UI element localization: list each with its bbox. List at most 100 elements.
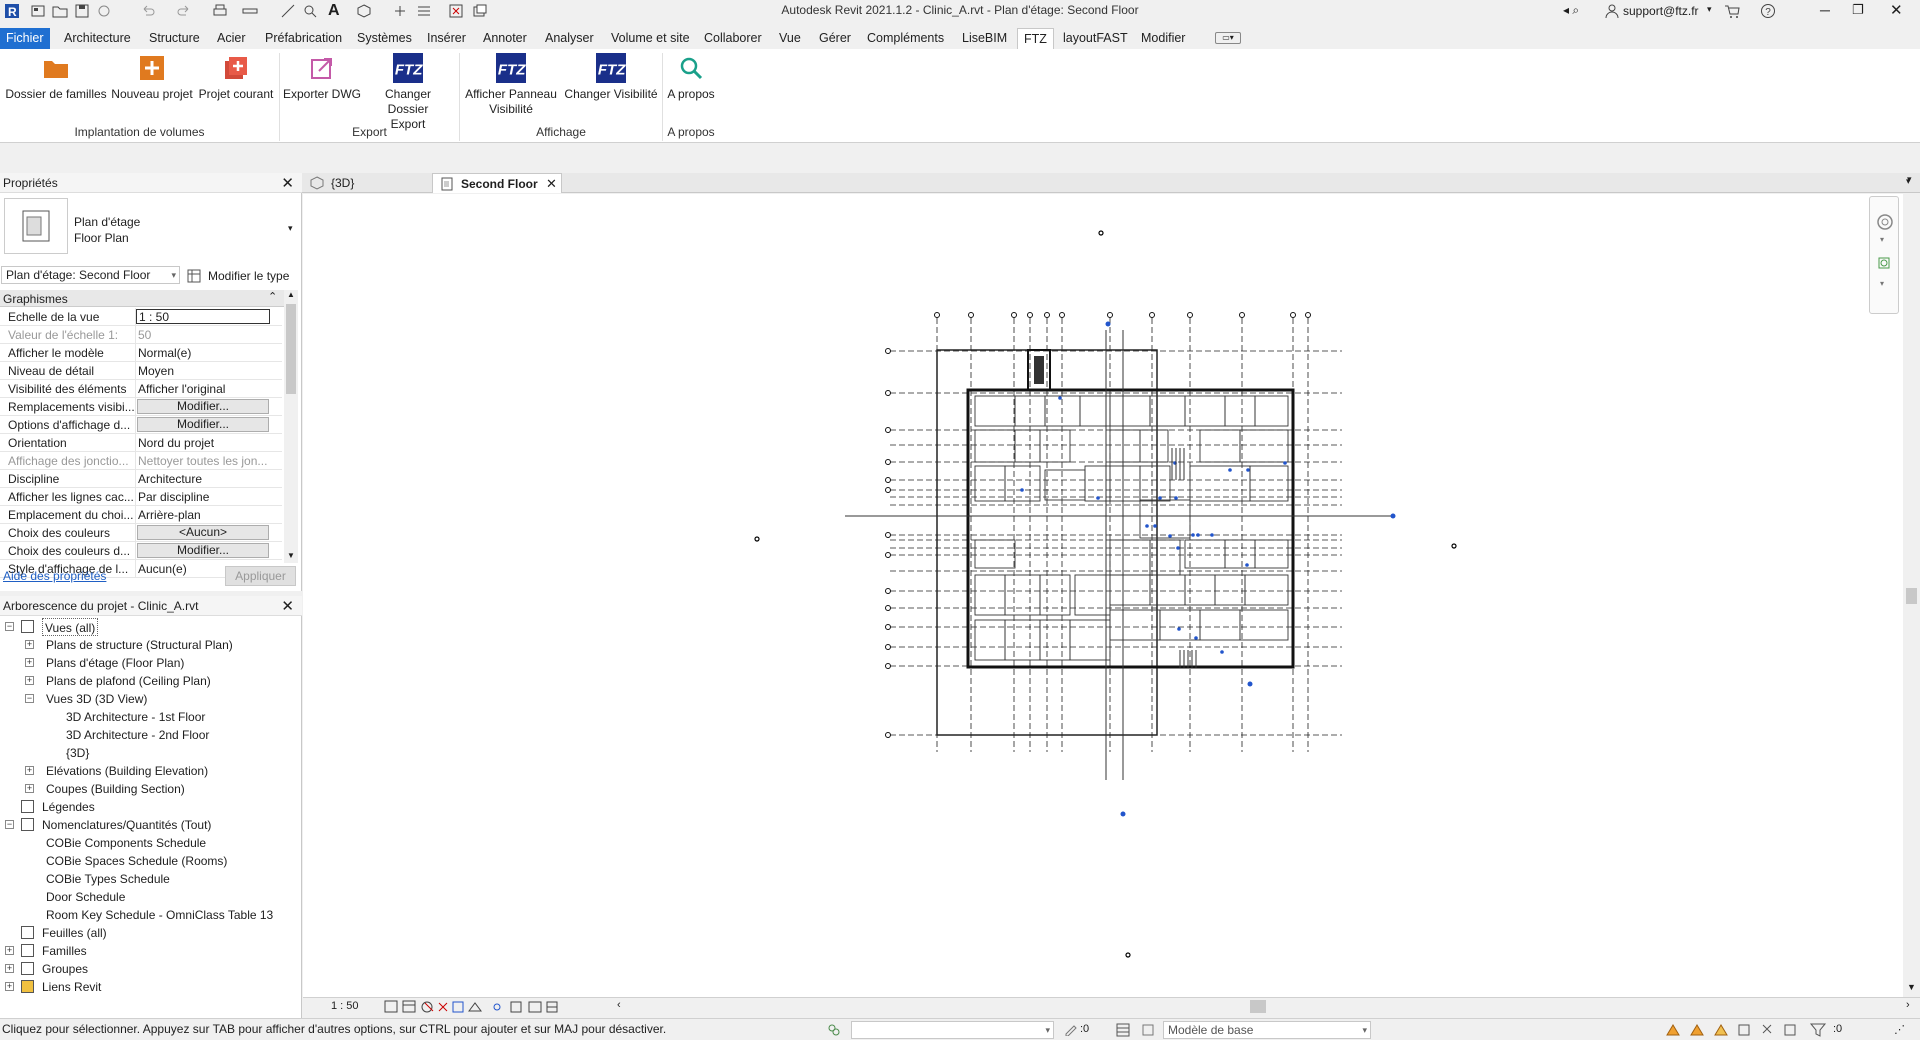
scale-selector[interactable]: 1 : 50 (331, 1000, 359, 1012)
tree-node[interactable]: Vues (all) (42, 618, 99, 636)
scroll-up-icon[interactable]: ▲ (287, 290, 295, 299)
expand-icon[interactable]: + (5, 964, 14, 973)
nouveau-projet-button[interactable]: Nouveau projet (108, 53, 196, 102)
property-row[interactable]: Afficher le modèle Normal(e) (0, 344, 282, 362)
tab-structure[interactable]: Structure (143, 28, 206, 49)
resize-grip-icon[interactable]: ⋰ (1894, 1023, 1905, 1036)
property-button[interactable]: Modifier... (137, 543, 269, 558)
instance-selector[interactable]: Plan d'étage: Second Floor ▾ (1, 266, 180, 284)
tree-node[interactable]: Room Key Schedule - OmniClass Table 13 (46, 906, 273, 924)
tab-fichier[interactable]: Fichier (0, 28, 50, 49)
projet-courant-button[interactable]: Projet courant (196, 53, 276, 102)
tree-node[interactable]: Vues 3D (3D View) (46, 690, 147, 708)
tab-acier[interactable]: Acier (211, 28, 251, 49)
close-icon[interactable]: ✕ (1890, 1, 1903, 19)
dossier-familles-button[interactable]: Dossier de familles (4, 53, 108, 102)
property-row[interactable]: Remplacements visibi... Modifier... (0, 398, 282, 416)
close-icon[interactable]: ✕ (281, 597, 294, 615)
view-tab-3d[interactable]: {3D} (303, 173, 433, 193)
design-option-selector[interactable]: Modèle de base ▾ (1163, 1021, 1371, 1039)
expand-icon[interactable]: + (5, 982, 14, 991)
exporter-dwg-button[interactable]: Exporter DWG (281, 53, 363, 102)
workset-selector[interactable]: ▾ (851, 1021, 1054, 1039)
tree-node[interactable]: COBie Components Schedule (46, 834, 206, 852)
section-graphismes[interactable]: Graphismes ⌃ (0, 290, 284, 307)
main-model-icon[interactable] (1140, 1022, 1156, 1038)
property-row[interactable]: Choix des couleurs d... Modifier... (0, 542, 282, 560)
chevron-left-icon[interactable]: ‹ (617, 999, 621, 1011)
property-row[interactable]: Visibilité des éléments Afficher l'origin… (0, 380, 282, 398)
afficher-panneau-visibilite-button[interactable]: FTZ Afficher Panneau Visibilité (461, 53, 561, 117)
floor-plan-drawing[interactable] (303, 194, 1903, 997)
tab-systemes[interactable]: Systèmes (351, 28, 418, 49)
expand-icon[interactable]: + (25, 676, 34, 685)
type-dropdown-icon[interactable]: ▾ (288, 223, 293, 234)
property-value[interactable]: Moyen (138, 364, 268, 378)
binoculars-icon[interactable]: ◂ ⌕ (1563, 3, 1579, 18)
changer-visibilite-button[interactable]: FTZ Changer Visibilité (561, 53, 661, 102)
edit-type-button[interactable]: Modifier le type (208, 269, 289, 283)
tree-node[interactable]: Plans de structure (Structural Plan) (46, 636, 233, 654)
view-scale-input[interactable]: 1 : 50 (136, 309, 270, 324)
property-value[interactable]: Architecture (138, 472, 268, 486)
collapse-icon[interactable]: − (25, 694, 34, 703)
expand-icon[interactable]: + (25, 640, 34, 649)
workset-icon[interactable] (826, 1022, 842, 1038)
collapse-icon[interactable]: − (5, 820, 14, 829)
steering-wheel-icon[interactable] (1876, 213, 1894, 231)
chevron-down-icon[interactable]: ▾ (1880, 235, 1884, 244)
canvas-scrollbar[interactable]: ▾ ▼ (1903, 174, 1920, 997)
property-value[interactable]: Normal(e) (138, 346, 268, 360)
scrollbar-thumb[interactable] (286, 304, 296, 394)
cart-icon[interactable] (1724, 3, 1740, 19)
tree-node[interactable]: {3D} (66, 744, 89, 762)
tree-node[interactable]: Groupes (42, 960, 88, 978)
tab-gerer[interactable]: Gérer (813, 28, 857, 49)
tab-layoutfast[interactable]: layoutFAST (1057, 28, 1134, 49)
property-value[interactable]: Nettoyer toutes les jon... (138, 454, 268, 468)
restore-icon[interactable]: ❐ (1852, 2, 1864, 18)
property-row[interactable]: Orientation Nord du projet (0, 434, 282, 452)
tab-analyser[interactable]: Analyser (539, 28, 600, 49)
tree-node[interactable]: 3D Architecture - 1st Floor (66, 708, 205, 726)
tree-node[interactable]: COBie Types Schedule (46, 870, 170, 888)
tree-node[interactable]: Plans d'étage (Floor Plan) (46, 654, 184, 672)
property-value[interactable]: Afficher l'original (138, 382, 268, 396)
property-row[interactable]: Valeur de l'échelle 1: 50 (0, 326, 282, 344)
property-row[interactable]: Discipline Architecture (0, 470, 282, 488)
tree-node[interactable]: Familles (42, 942, 87, 960)
tab-prefabrication[interactable]: Préfabrication (259, 28, 348, 49)
tree-node[interactable]: Liens Revit (42, 978, 101, 996)
minimize-icon[interactable]: ─ (1820, 2, 1830, 18)
view-tab-second-floor[interactable]: Second Floor ✕ (432, 173, 562, 193)
chevron-down-icon[interactable]: ▾ (1880, 279, 1884, 288)
tree-node[interactable]: Coupes (Building Section) (46, 780, 185, 798)
property-button[interactable]: <Aucun> (137, 525, 269, 540)
tab-ftz[interactable]: FTZ (1017, 28, 1054, 49)
scrollbar-thumb[interactable] (1906, 588, 1917, 604)
expand-icon[interactable]: + (25, 766, 34, 775)
close-icon[interactable]: ✕ (546, 174, 557, 194)
tree-node[interactable]: Légendes (42, 798, 95, 816)
tab-volume-et-site[interactable]: Volume et site (605, 28, 696, 49)
editable-only-icon[interactable] (1064, 1022, 1078, 1036)
tree-node[interactable]: Feuilles (all) (42, 924, 107, 942)
property-row[interactable]: Echelle de la vue 1 : 50 (0, 308, 282, 326)
zoom-region-icon[interactable] (1876, 255, 1894, 273)
scroll-down-icon[interactable]: ▼ (1907, 982, 1916, 992)
horizontal-scroll-thumb[interactable] (1250, 1000, 1266, 1013)
tree-node[interactable]: 3D Architecture - 2nd Floor (66, 726, 209, 744)
view-control-icons[interactable] (383, 999, 593, 1015)
collapse-icon[interactable]: ⌃ (268, 290, 277, 303)
scroll-up-icon[interactable]: ▾ (1907, 174, 1912, 185)
apply-button[interactable]: Appliquer (225, 566, 296, 586)
property-value[interactable]: Arrière-plan (138, 508, 268, 522)
chevron-right-icon[interactable]: › (1906, 999, 1910, 1011)
collapse-icon[interactable]: − (5, 622, 14, 631)
tree-node[interactable]: Plans de plafond (Ceiling Plan) (46, 672, 211, 690)
tree-node[interactable]: COBie Spaces Schedule (Rooms) (46, 852, 227, 870)
design-options-icon[interactable] (1115, 1022, 1131, 1038)
property-row[interactable]: Niveau de détail Moyen (0, 362, 282, 380)
properties-help-link[interactable]: Aide des propriétés (3, 569, 106, 583)
tab-architecture[interactable]: Architecture (58, 28, 137, 49)
